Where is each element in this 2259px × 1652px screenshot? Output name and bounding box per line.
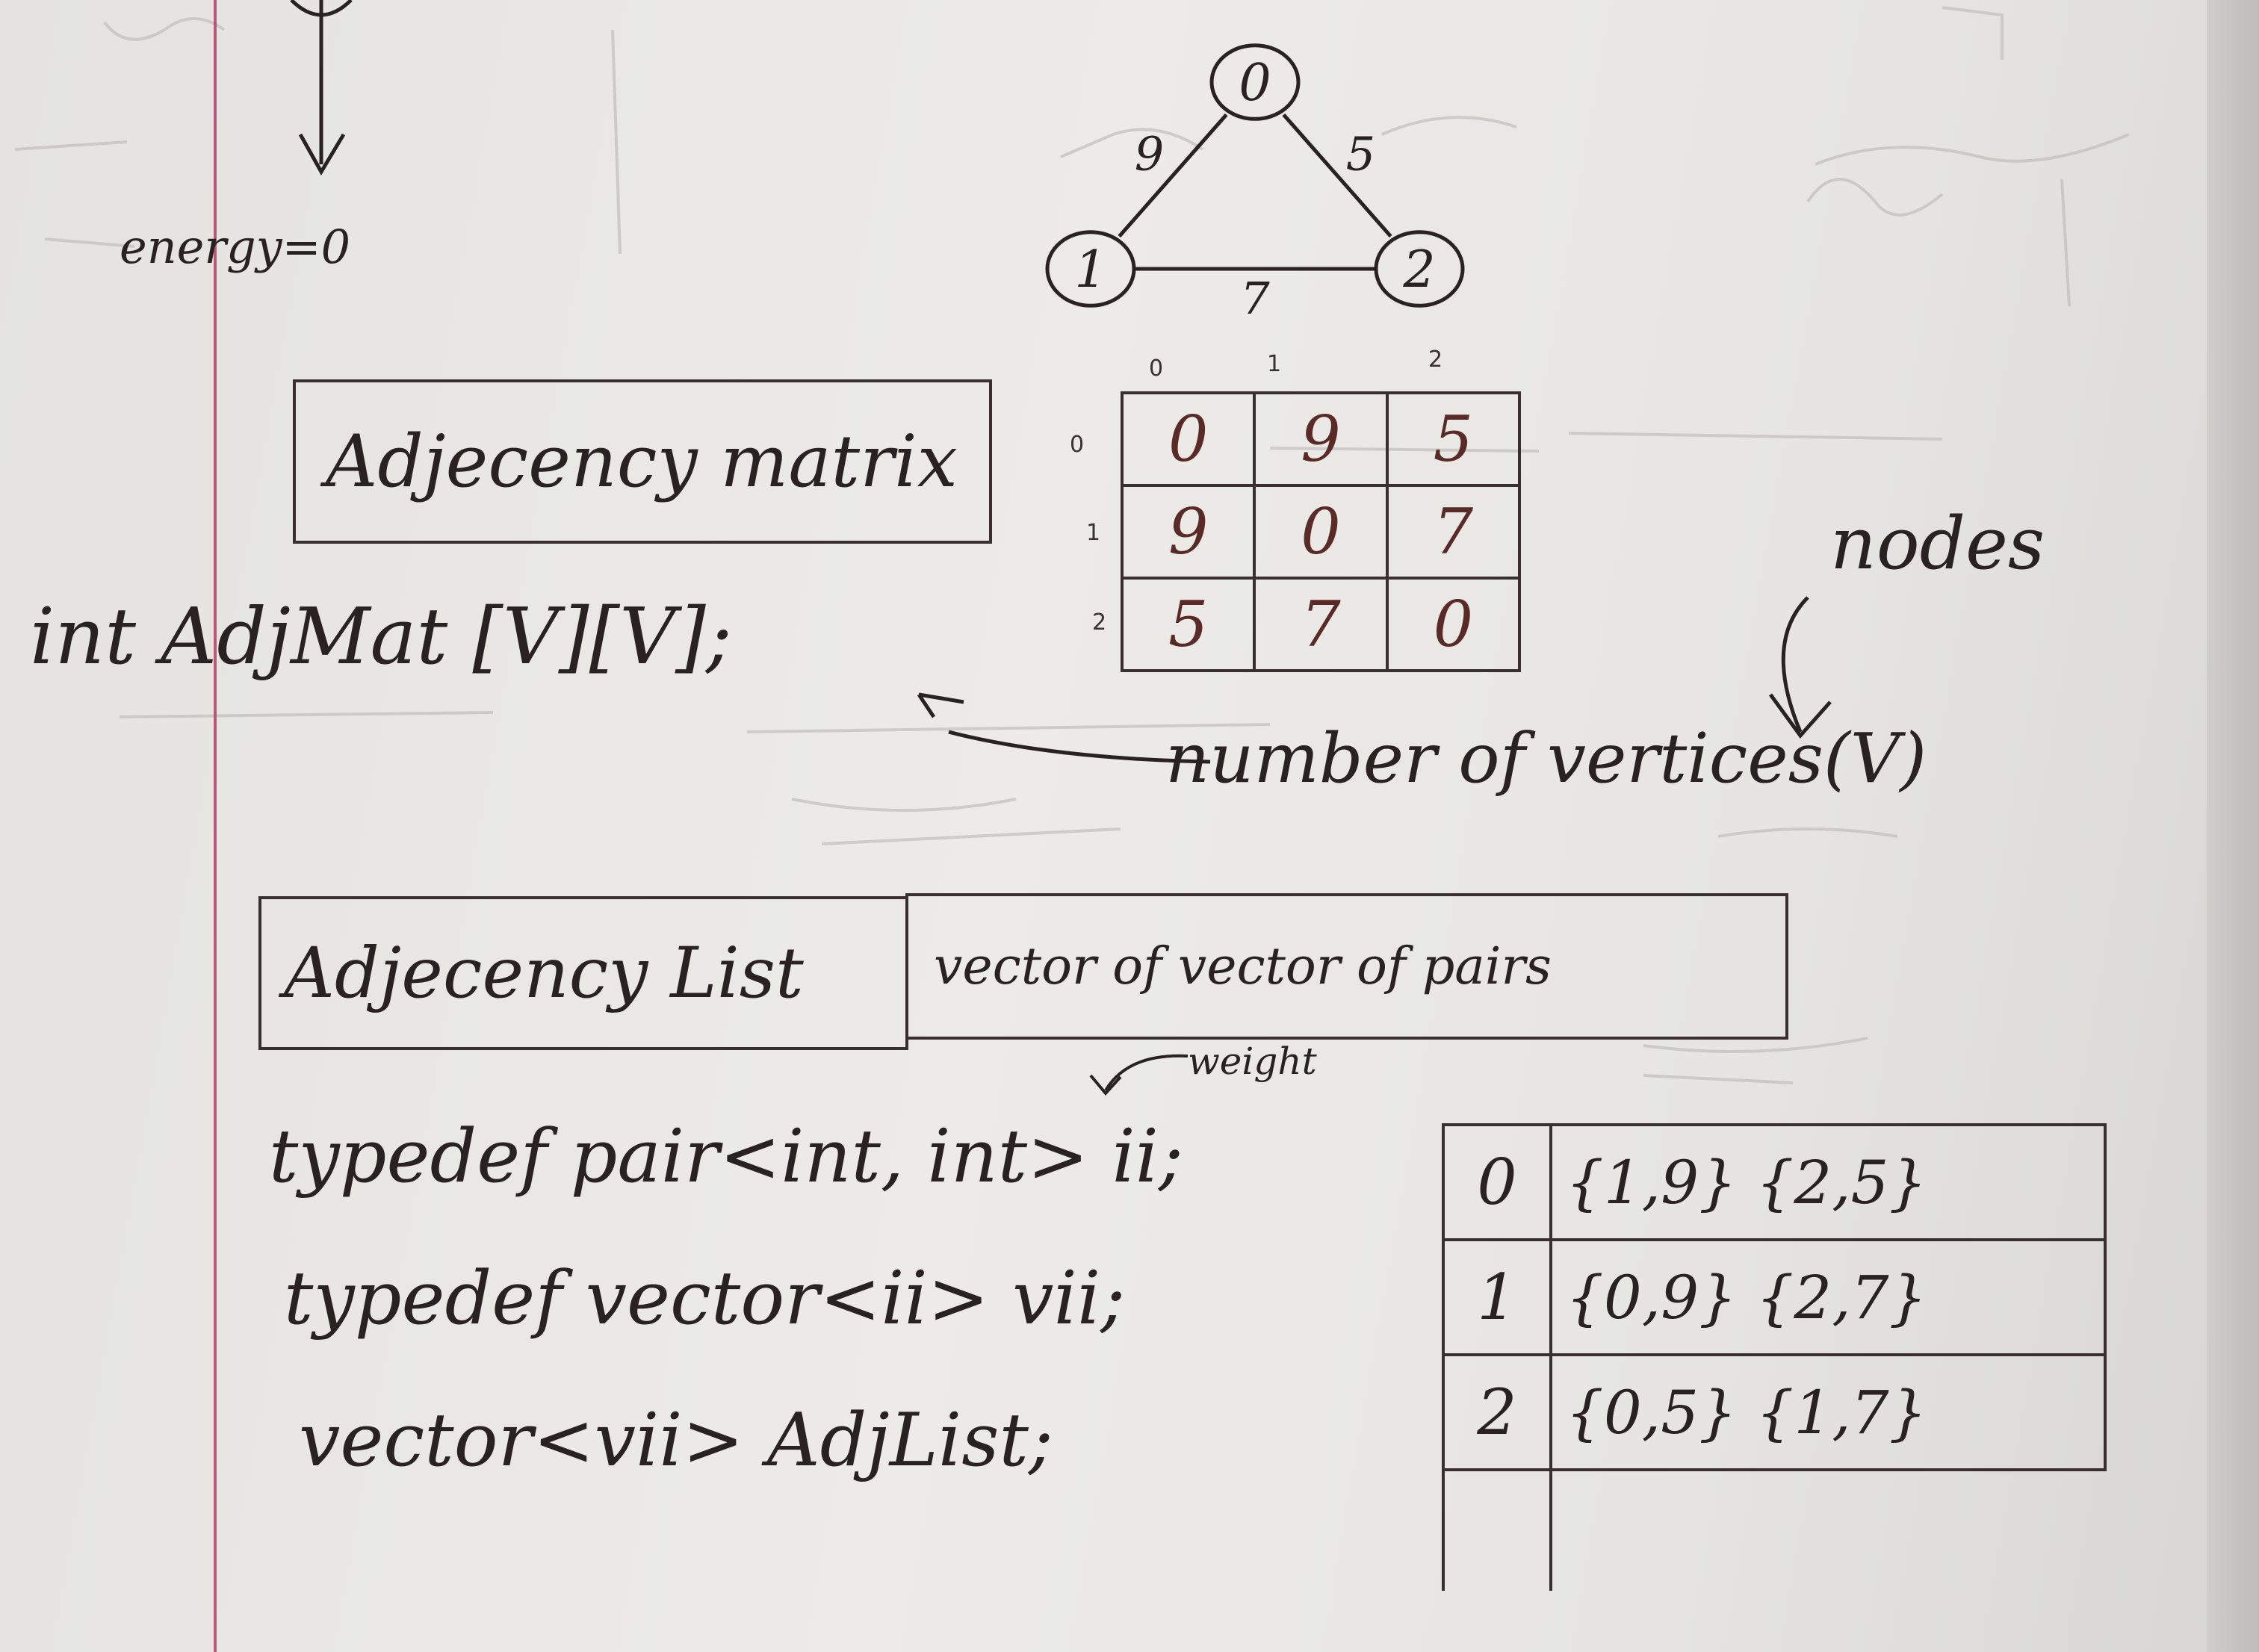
list-row-key: 2 [1442, 1353, 1552, 1471]
list-empty-pairs-cell [1549, 1468, 2105, 1591]
matrix-cell: 5 [1120, 577, 1256, 672]
matrix-cell: 9 [1120, 484, 1256, 580]
notebook-page: energy=0 957012 Adjecency matrix 0 1 2 0… [0, 0, 2259, 1652]
list-row-key: 0 [1442, 1123, 1552, 1241]
nodes-label: nodes [1830, 502, 2045, 586]
matrix-declaration: int AdjMat [V][V]; [30, 591, 732, 682]
matrix-cell: 7 [1385, 484, 1522, 580]
matrix-cell: 0 [1120, 391, 1256, 487]
list-title: Adjecency List [284, 932, 804, 1014]
matrix-row-index-2: 2 [1092, 609, 1107, 636]
matrix-cell: 9 [1253, 391, 1389, 487]
graph-edge-weight: 7 [1240, 272, 1270, 314]
energy-note: energy=0 [120, 220, 351, 274]
matrix-col-index-0: 0 [1149, 355, 1164, 382]
list-row-pairs: {0,5} {1,7} [1549, 1353, 2107, 1471]
list-description-box: vector of vector of pairs [905, 893, 1788, 1040]
list-row-pairs: {0,9} {2,7} [1549, 1238, 2107, 1356]
matrix-row-index-1: 1 [1086, 520, 1101, 546]
matrix-title-box: Adjecency matrix [293, 379, 992, 544]
code-line-adjlist: vector<vii> AdjList; [299, 1398, 1053, 1483]
matrix-cell: 0 [1253, 484, 1389, 580]
adjacency-list-table: 0 {1,9} {2,5} 1 {0,9} {2,7} 2 {0,5} {1,7… [1442, 1123, 2107, 1591]
list-row-key: 1 [1442, 1238, 1552, 1356]
list-empty-key-cell [1442, 1468, 1552, 1591]
matrix-cell: 5 [1385, 391, 1522, 487]
code-line-vector: typedef vector<ii> vii; [284, 1256, 1126, 1341]
down-arrow-icon [290, 0, 353, 176]
graph-node-label: 2 [1402, 240, 1435, 299]
list-row-pairs: {1,9} {2,5} [1549, 1123, 2107, 1241]
vertices-note: number of vertices(V) [1165, 718, 1927, 798]
matrix-col-index-1: 1 [1267, 351, 1282, 377]
list-description: vector of vector of pairs [934, 937, 1552, 996]
graph-diagram: 9 5 7 0 1 2 [1045, 43, 1465, 314]
matrix-cell: 0 [1385, 577, 1522, 672]
list-row-empty [1442, 1468, 2105, 1591]
weight-arrow-icon [1089, 1054, 1189, 1096]
graph-node-label: 0 [1239, 54, 1271, 113]
matrix-row-index-0: 0 [1070, 432, 1085, 458]
graph-edge-weight: 9 [1135, 126, 1164, 181]
list-title-box: Adjecency List [258, 896, 908, 1050]
graph-edge-weight: 5 [1346, 126, 1375, 181]
adjacency-matrix: 0 9 5 9 0 7 5 7 0 [1120, 391, 1522, 672]
matrix-title: Adjecency matrix [326, 420, 958, 503]
list-row: 1 {0,9} {2,7} [1442, 1238, 2107, 1356]
matrix-col-index-2: 2 [1428, 347, 1443, 373]
list-row: 0 {1,9} {2,5} [1442, 1123, 2107, 1241]
code-line-pair: typedef pair<int, int> ii; [269, 1114, 1184, 1199]
weight-label: weight [1188, 1040, 1317, 1083]
list-row: 2 {0,5} {1,7} [1442, 1353, 2107, 1471]
matrix-cell: 7 [1253, 577, 1389, 672]
graph-node-label: 1 [1074, 240, 1106, 299]
